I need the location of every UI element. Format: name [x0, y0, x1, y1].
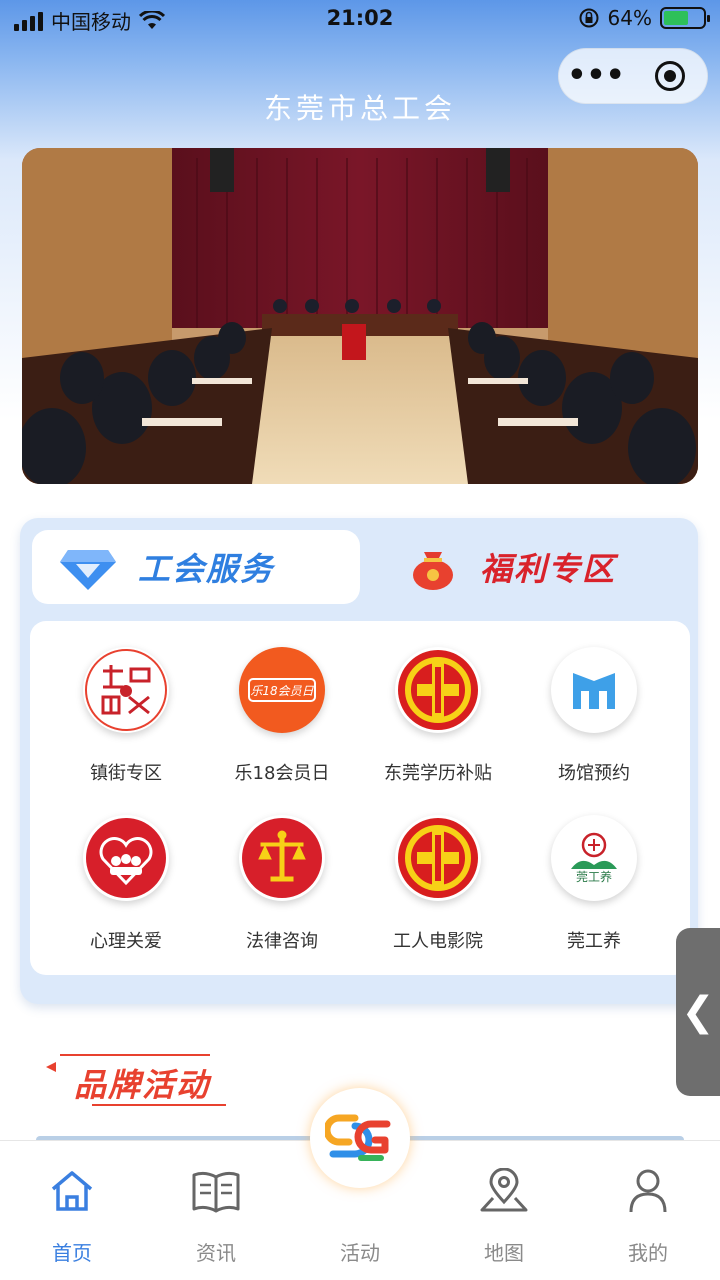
diamond-icon	[60, 550, 116, 590]
orientation-lock-icon	[579, 8, 599, 28]
tab-map-label: 地图	[484, 1241, 524, 1265]
tab-news[interactable]: 资讯	[144, 1163, 288, 1266]
more-icon[interactable]: •••	[559, 61, 633, 91]
grid-label: 法律咨询	[246, 931, 318, 952]
activity-logo-icon	[325, 1114, 391, 1161]
town-district-icon	[83, 647, 169, 733]
grid-item-mental-care[interactable]: 心理关爱	[48, 815, 204, 953]
user-icon	[629, 1169, 667, 1213]
tab-welfare-zone[interactable]: 福利专区	[386, 530, 686, 604]
arrow-left-icon	[46, 1062, 56, 1072]
grid-item-legal-consult[interactable]: 法律咨询	[204, 815, 360, 953]
grid-item-town[interactable]: 镇街专区	[48, 647, 204, 785]
tab-union-service-label: 工会服务	[138, 550, 275, 588]
status-bar: 中国移动 21:02 64%	[0, 0, 720, 40]
guan-badge-text: 莞工养	[576, 869, 612, 884]
tab-map[interactable]: 地图	[432, 1163, 576, 1266]
union-emblem-icon	[395, 815, 481, 901]
home-icon	[51, 1171, 93, 1211]
status-right: 64%	[578, 6, 710, 30]
grid-label: 莞工养	[567, 931, 621, 952]
grid-item-member-day[interactable]: 乐18会员日 乐18会员日	[204, 647, 360, 785]
brand-deco-line	[60, 1054, 210, 1056]
brand-deco-line	[92, 1104, 226, 1106]
chevron-left-icon: ❮	[681, 989, 715, 1035]
grid-item-education-subsidy[interactable]: 东莞学历补贴	[360, 647, 516, 785]
venue-building-icon	[551, 647, 637, 733]
book-icon	[192, 1171, 240, 1213]
battery-icon	[660, 7, 710, 29]
grid-label: 镇街专区	[90, 763, 162, 784]
service-card: 工会服务 福利专区 镇街专区 乐18会员日 乐18会员日 东莞学历补贴 场馆预约…	[20, 518, 698, 1004]
grid-label: 乐18会员日	[234, 763, 330, 784]
mini-program-capsule: •••	[558, 48, 708, 104]
battery-percent: 64%	[607, 6, 652, 30]
close-target[interactable]	[633, 61, 707, 91]
grid-label: 东莞学历补贴	[384, 763, 492, 784]
tab-me-label: 我的	[628, 1241, 668, 1265]
brand-section-title: 品牌活动	[74, 1066, 211, 1104]
map-pin-icon	[480, 1168, 528, 1212]
member-day-icon: 乐18会员日	[239, 647, 325, 733]
grid-label: 心理关爱	[90, 931, 162, 952]
activity-center-button[interactable]	[310, 1088, 410, 1188]
grid-label: 工人电影院	[393, 931, 483, 952]
member-day-badge-text: 乐18会员日	[250, 684, 314, 698]
service-grid: 镇街专区 乐18会员日 乐18会员日 东莞学历补贴 场馆预约 心理关爱 法律咨询…	[30, 621, 690, 975]
target-icon	[655, 61, 685, 91]
tab-news-label: 资讯	[196, 1241, 236, 1265]
lucky-bag-icon	[413, 552, 453, 590]
grid-item-workers-cinema[interactable]: 工人电影院	[360, 815, 516, 953]
tab-me[interactable]: 我的	[576, 1163, 720, 1266]
tab-union-service[interactable]: 工会服务	[32, 530, 360, 604]
guan-gong-yang-icon: 莞工养	[551, 815, 637, 901]
side-drawer-handle[interactable]: ❮	[676, 928, 720, 1096]
scales-icon	[239, 815, 325, 901]
banner-image[interactable]	[22, 148, 698, 484]
tab-home[interactable]: 首页	[0, 1163, 144, 1266]
brand-section-heading: 品牌活动	[46, 1052, 236, 1112]
tab-home-label: 首页	[52, 1241, 92, 1265]
grid-label: 场馆预约	[558, 763, 630, 784]
nav-bar: 东莞市总工会 •••	[0, 40, 720, 140]
tab-activity-label: 活动	[340, 1241, 380, 1265]
union-emblem-icon	[395, 647, 481, 733]
grid-item-venue-booking[interactable]: 场馆预约	[516, 647, 672, 785]
tab-welfare-zone-label: 福利专区	[480, 550, 617, 588]
heart-care-icon	[83, 815, 169, 901]
grid-item-guan-gong-yang[interactable]: 莞工养 莞工养	[516, 815, 672, 953]
